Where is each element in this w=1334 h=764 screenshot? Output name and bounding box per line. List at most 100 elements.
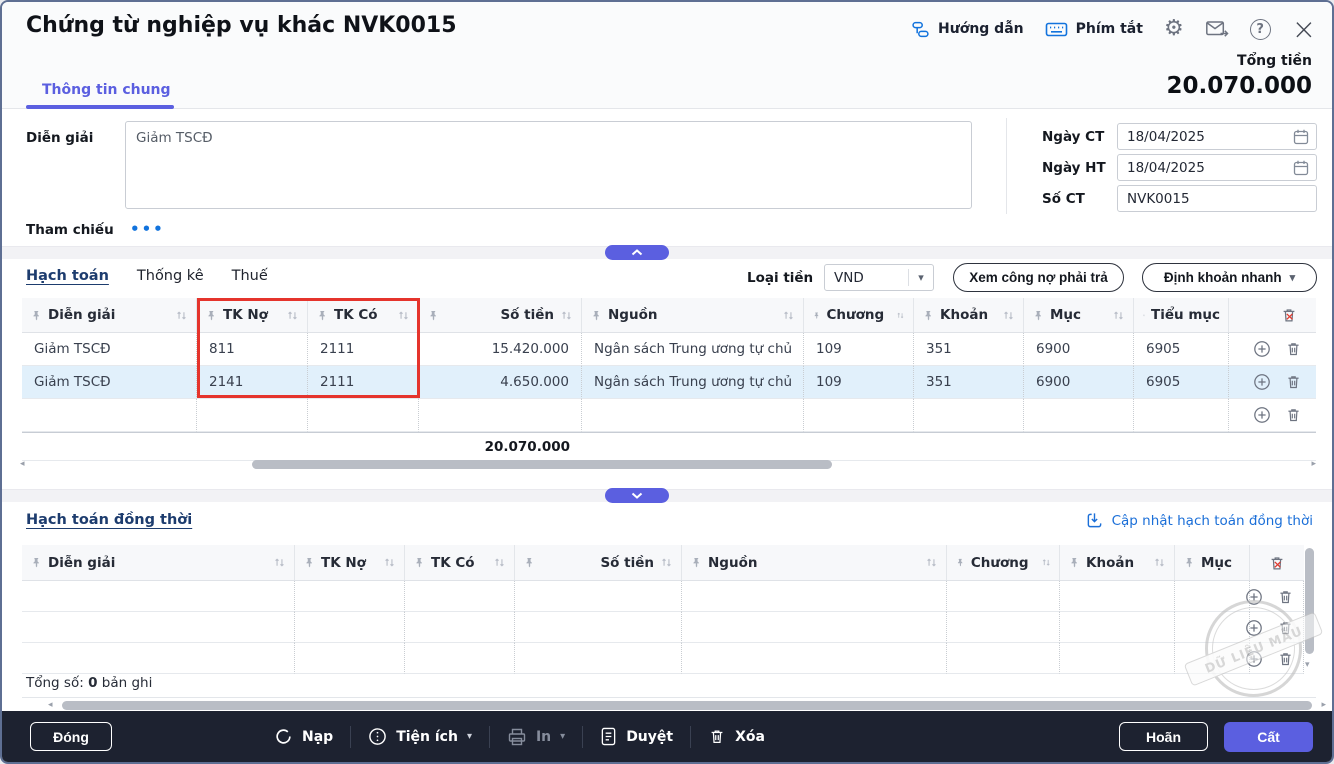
cell-empty[interactable] (515, 581, 682, 612)
cell-khoan[interactable]: 351 (914, 333, 1024, 366)
send-mail-button[interactable] (1205, 19, 1229, 39)
col-header-so-tien[interactable]: Số tiền (515, 545, 682, 580)
approve-button[interactable]: Duyệt (600, 727, 673, 746)
scroll-left-icon[interactable]: ◂ (48, 700, 53, 710)
scroll-left-icon[interactable]: ◂ (20, 459, 25, 469)
delete-column-icon[interactable]: × (1280, 306, 1298, 324)
col-header-chuong[interactable]: Chương (947, 545, 1060, 580)
delete-row-icon[interactable] (1285, 340, 1302, 358)
cell-empty[interactable] (1060, 581, 1175, 612)
update-simultaneous-link[interactable]: Cập nhật hạch toán đồng thời (1086, 512, 1313, 529)
cell-empty[interactable] (914, 399, 1024, 432)
col-header-dien-giai[interactable]: Diễn giải (22, 298, 197, 332)
cell-empty[interactable] (947, 581, 1060, 612)
cell-empty[interactable] (405, 643, 515, 674)
col-header-muc[interactable]: Mục (1175, 545, 1250, 580)
delete-column-icon[interactable]: × (1268, 554, 1286, 572)
cell-empty[interactable] (1175, 612, 1250, 643)
cell-empty[interactable] (1134, 399, 1229, 432)
col-header-dien-giai[interactable]: Diễn giải (22, 545, 295, 580)
help-button[interactable]: ? (1250, 19, 1271, 40)
utilities-button[interactable]: Tiện ích ▾ (368, 727, 472, 746)
cell-nguon[interactable]: Ngân sách Trung ương tự chủ (582, 333, 804, 366)
tham-chieu-more-button[interactable]: ••• (130, 220, 165, 238)
cell-tk-co[interactable]: 2111 (308, 333, 419, 366)
reload-button[interactable]: Nạp (274, 727, 333, 746)
add-row-icon[interactable] (1253, 373, 1271, 391)
delete-row-icon[interactable] (1277, 650, 1294, 668)
cell-chuong[interactable]: 109 (804, 366, 914, 399)
cell-empty[interactable] (405, 581, 515, 612)
save-button[interactable]: Cất (1224, 722, 1313, 752)
delete-row-icon[interactable] (1277, 619, 1294, 637)
add-row-icon[interactable] (1245, 588, 1263, 606)
cell-empty[interactable] (22, 399, 197, 432)
table1-hscrollbar[interactable]: ◂ ▸ (16, 459, 1318, 471)
cell-khoan[interactable]: 351 (914, 366, 1024, 399)
cell-nguon[interactable]: Ngân sách Trung ương tự chủ (582, 366, 804, 399)
col-header-chuong[interactable]: Chương (804, 298, 914, 332)
col-header-khoan[interactable]: Khoản (1060, 545, 1175, 580)
cell-tieu-muc[interactable]: 6905 (1134, 333, 1229, 366)
cell-chuong[interactable]: 109 (804, 333, 914, 366)
cell-empty[interactable] (295, 643, 405, 674)
delete-button[interactable]: Xóa (708, 727, 765, 746)
cell-dien-giai[interactable]: Giảm TSCĐ (22, 333, 197, 366)
cell-empty[interactable] (22, 581, 295, 612)
cell-muc[interactable]: 6900 (1024, 366, 1134, 399)
cell-empty[interactable] (582, 399, 804, 432)
cell-empty[interactable] (1175, 643, 1250, 674)
cell-empty[interactable] (22, 612, 295, 643)
col-header-tk-no[interactable]: TK Nợ (197, 298, 308, 332)
cell-empty[interactable] (515, 643, 682, 674)
delete-row-icon[interactable] (1285, 373, 1302, 391)
postpone-button[interactable]: Hoãn (1119, 722, 1208, 751)
cell-empty[interactable] (682, 581, 947, 612)
cell-empty[interactable] (1060, 612, 1175, 643)
col-header-khoan[interactable]: Khoản (914, 298, 1024, 332)
cell-empty[interactable] (682, 643, 947, 674)
scroll-right-icon[interactable]: ▸ (1321, 700, 1326, 710)
cell-empty[interactable] (295, 581, 405, 612)
col-header-tieu-muc[interactable]: Tiểu mục (1134, 298, 1229, 332)
col-header-tk-co[interactable]: TK Có (405, 545, 515, 580)
cell-empty[interactable] (419, 399, 582, 432)
close-button[interactable]: × (1292, 18, 1316, 40)
cell-empty[interactable] (804, 399, 914, 432)
cell-empty[interactable] (515, 612, 682, 643)
scroll-down-icon[interactable]: ▾ (1305, 660, 1310, 670)
col-header-muc[interactable]: Mục (1024, 298, 1134, 332)
delete-row-icon[interactable] (1277, 588, 1294, 606)
cell-empty[interactable] (947, 612, 1060, 643)
delete-row-icon[interactable] (1285, 406, 1302, 424)
cell-empty[interactable] (947, 643, 1060, 674)
cell-empty[interactable] (22, 643, 295, 674)
cell-empty[interactable] (682, 612, 947, 643)
close-voucher-button[interactable]: Đóng (30, 722, 112, 751)
tab-thong-ke[interactable]: Thống kê (137, 268, 204, 284)
scroll-thumb[interactable] (62, 701, 1312, 710)
quick-entry-button[interactable]: Định khoản nhanh ▾ (1142, 263, 1317, 292)
tab-hach-toan[interactable]: Hạch toán (26, 268, 109, 284)
add-row-icon[interactable] (1253, 406, 1271, 424)
cell-dien-giai[interactable]: Giảm TSCĐ (22, 366, 197, 399)
scroll-right-icon[interactable]: ▸ (1311, 459, 1316, 469)
so-ct-input[interactable] (1117, 185, 1317, 212)
ngay-ct-input[interactable] (1117, 123, 1317, 150)
dien-giai-textarea[interactable]: Giảm TSCĐ (125, 121, 972, 209)
tab-thue[interactable]: Thuế (232, 268, 268, 284)
guide-button[interactable]: Hướng dẫn (911, 20, 1024, 39)
col-header-tk-no[interactable]: TK Nợ (295, 545, 405, 580)
add-row-icon[interactable] (1253, 340, 1271, 358)
tab-thong-tin-chung[interactable]: Thông tin chung (42, 82, 171, 98)
col-header-tk-co[interactable]: TK Có (308, 298, 419, 332)
cell-tk-no[interactable]: 811 (197, 333, 308, 366)
add-row-icon[interactable] (1245, 650, 1263, 668)
scroll-thumb[interactable] (252, 460, 832, 469)
cell-empty[interactable] (1060, 643, 1175, 674)
scroll-thumb[interactable] (1305, 548, 1314, 654)
cell-tieu-muc[interactable]: 6905 (1134, 366, 1229, 399)
cell-empty[interactable] (405, 612, 515, 643)
add-row-icon[interactable] (1245, 619, 1263, 637)
cell-empty[interactable] (197, 399, 308, 432)
